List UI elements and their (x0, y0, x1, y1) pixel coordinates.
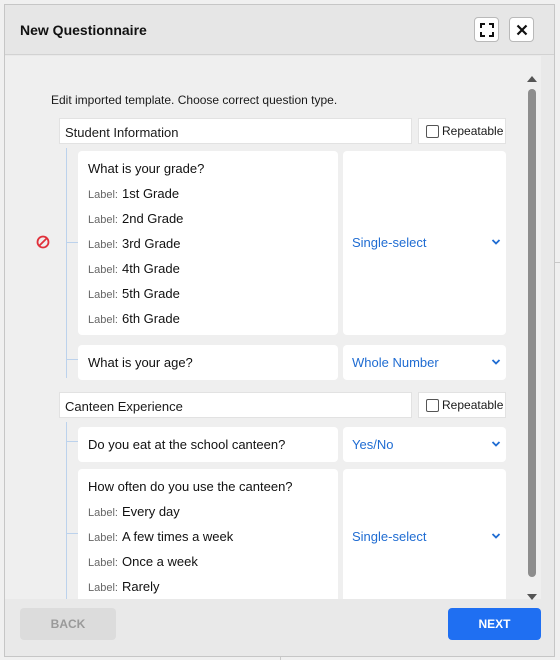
warning-icon[interactable] (36, 235, 50, 249)
option-value: Every day (121, 504, 180, 519)
question-text: What is your grade? (88, 161, 205, 176)
repeatable-checkbox[interactable] (426, 124, 439, 138)
question-type-select-age[interactable]: Whole Number (343, 345, 506, 380)
option-label: Label: (88, 189, 118, 201)
question-text: How often do you use the canteen? (88, 479, 293, 494)
option-label: Label: (88, 264, 118, 276)
question-type-select-canteen-frequency[interactable]: Single-select (343, 469, 506, 599)
option-label: Label: (88, 239, 118, 251)
question-card-age[interactable]: What is your age? (78, 345, 338, 380)
repeatable-label: Repeatable (442, 124, 504, 138)
dialog-header: New Questionnaire (5, 5, 554, 55)
option-value: 4th Grade (121, 261, 180, 276)
option-value: A few times a week (121, 529, 234, 544)
content-scrollbar[interactable] (525, 72, 539, 600)
tree-connector (66, 242, 78, 243)
option-row: Label: 6th Grade (88, 311, 180, 326)
chevron-down-icon (491, 533, 501, 539)
instruction-text: Edit imported template. Choose correct q… (51, 93, 338, 107)
option-label: Label: (88, 532, 118, 544)
next-button[interactable]: NEXT (448, 608, 541, 640)
tree-connector (66, 422, 67, 599)
question-text: Do you eat at the school canteen? (88, 437, 286, 452)
question-card-grade[interactable]: What is your grade? Label: 1st Grade Labe… (78, 151, 338, 335)
option-row: Label: A few times a week (88, 529, 233, 544)
repeatable-toggle-student-information[interactable]: Repeatable (418, 118, 506, 144)
repeatable-checkbox[interactable] (426, 398, 439, 412)
close-icon (516, 24, 527, 35)
option-value: 3rd Grade (121, 236, 181, 251)
question-type-value: Yes/No (352, 437, 394, 452)
scroll-up-icon[interactable] (527, 76, 537, 82)
option-row: Label: 2nd Grade (88, 211, 183, 226)
question-type-select-grade[interactable]: Single-select (343, 151, 506, 335)
question-type-value: Single-select (352, 529, 427, 544)
option-value: Once a week (121, 554, 198, 569)
option-row: Label: Once a week (88, 554, 198, 569)
option-label: Label: (88, 214, 118, 226)
questionnaire-dialog: New Questionnaire Edit imported template… (4, 4, 555, 657)
option-value: 5th Grade (121, 286, 180, 301)
option-label: Label: (88, 289, 118, 301)
dialog-title: New Questionnaire (20, 22, 147, 38)
option-value: 2nd Grade (121, 211, 184, 226)
chevron-down-icon (491, 359, 501, 365)
repeatable-toggle-canteen-experience[interactable]: Repeatable (418, 392, 506, 418)
section-title-canteen-experience: Canteen Experience (59, 392, 412, 418)
option-row: Label: 3rd Grade (88, 236, 181, 251)
question-type-value: Whole Number (352, 355, 439, 370)
expand-icon (479, 22, 494, 37)
expand-button[interactable] (474, 17, 499, 42)
backdrop-divider (555, 262, 560, 263)
question-type-value: Single-select (352, 235, 427, 250)
close-button[interactable] (509, 17, 534, 42)
option-label: Label: (88, 507, 118, 519)
chevron-down-icon (491, 239, 501, 245)
questionnaire-content: Edit imported template. Choose correct q… (5, 56, 541, 599)
tree-connector (66, 148, 67, 378)
option-row: Label: Every day (88, 504, 180, 519)
tree-connector (66, 359, 78, 360)
question-card-canteen-eat[interactable]: Do you eat at the school canteen? (78, 427, 338, 462)
scroll-down-icon[interactable] (527, 594, 537, 600)
section-title-student-information: Student Information (59, 118, 412, 144)
scrollbar-thumb[interactable] (528, 89, 536, 577)
tree-connector (66, 441, 78, 442)
option-row: Label: 5th Grade (88, 286, 180, 301)
tree-connector (66, 533, 78, 534)
question-card-canteen-frequency[interactable]: How often do you use the canteen? Label:… (78, 469, 338, 599)
back-button[interactable]: BACK (20, 608, 116, 640)
option-value: 6th Grade (121, 311, 180, 326)
option-label: Label: (88, 582, 118, 594)
option-row: Label: 4th Grade (88, 261, 180, 276)
option-label: Label: (88, 314, 118, 326)
question-text: What is your age? (88, 355, 193, 370)
chevron-down-icon (491, 441, 501, 447)
option-row: Label: Rarely (88, 579, 160, 594)
option-value: 1st Grade (121, 186, 180, 201)
repeatable-label: Repeatable (442, 398, 504, 412)
option-label: Label: (88, 557, 118, 569)
option-value: Rarely (121, 579, 160, 594)
question-type-select-canteen-eat[interactable]: Yes/No (343, 427, 506, 462)
option-row: Label: 1st Grade (88, 186, 179, 201)
